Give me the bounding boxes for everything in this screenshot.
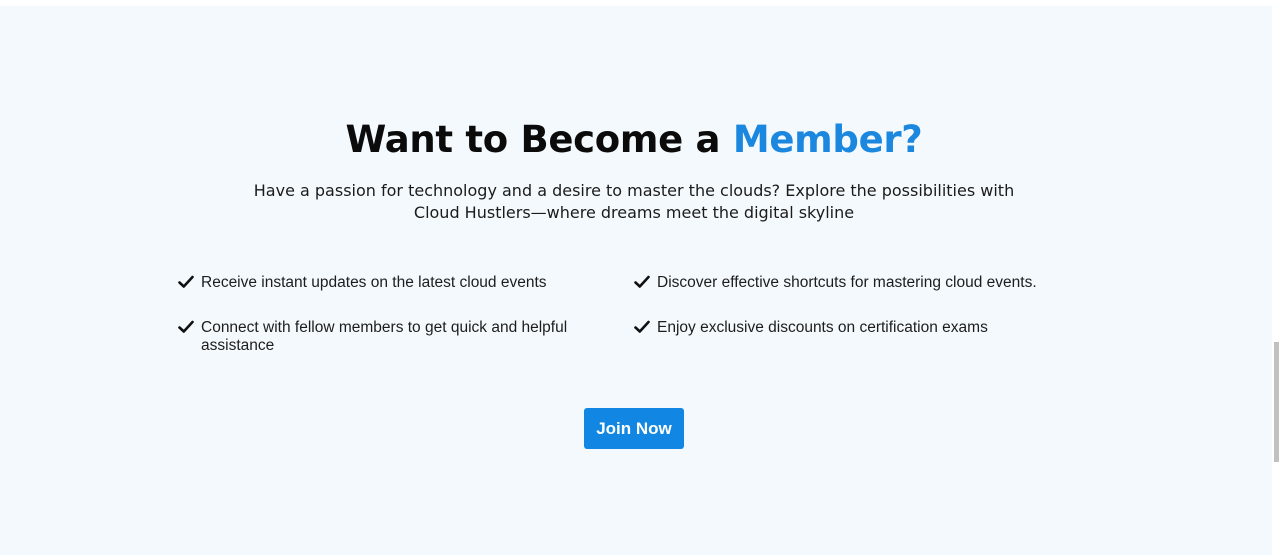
section-title: Want to Become a Member? [0,114,1268,166]
scrollbar[interactable] [1272,0,1280,560]
membership-section: Want to Become a Member? Have a passion … [0,6,1272,555]
join-now-button[interactable]: Join Now [584,408,684,449]
title-accent: Member? [732,118,923,161]
title-main: Want to Become a [345,118,733,161]
section-subtitle: Have a passion for technology and a desi… [253,181,1015,222]
scrollbar-thumb[interactable] [1274,342,1279,462]
page: Want to Become a Member? Have a passion … [0,0,1280,560]
